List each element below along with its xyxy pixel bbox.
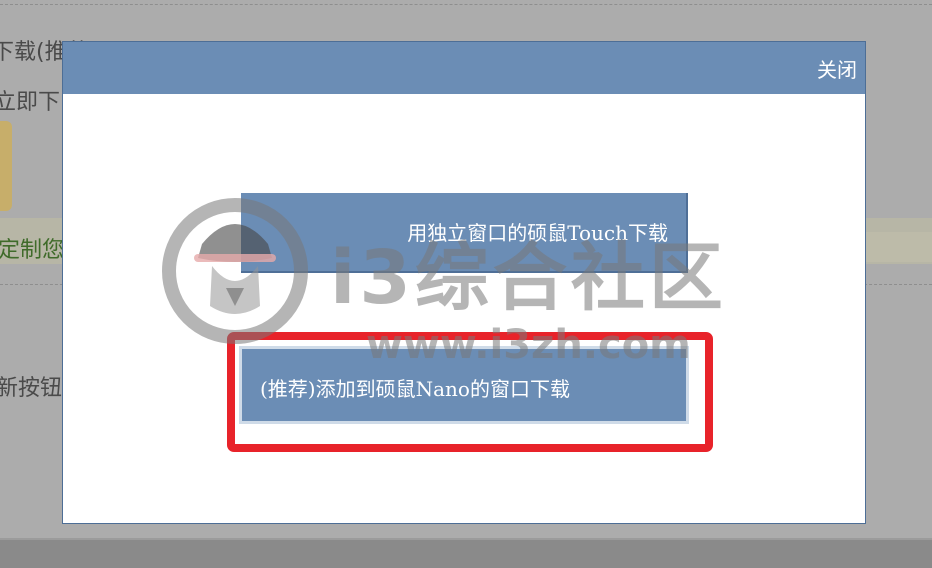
download-touch-label: 用独立窗口的硕鼠Touch下载	[407, 221, 668, 245]
background-bottom-bar	[0, 540, 932, 568]
highlight-annotation	[227, 332, 713, 452]
background-text: 新按钮	[0, 376, 63, 401]
background-text: 立即下	[0, 90, 61, 115]
background-text: 定制您	[0, 238, 65, 263]
close-button[interactable]: 关闭	[817, 54, 857, 83]
background-band-right	[865, 232, 932, 262]
background-divider	[0, 4, 932, 5]
background-download-button	[0, 121, 12, 211]
dialog-header: 关闭	[63, 42, 865, 94]
download-touch-button[interactable]: 用独立窗口的硕鼠Touch下载	[241, 193, 688, 273]
